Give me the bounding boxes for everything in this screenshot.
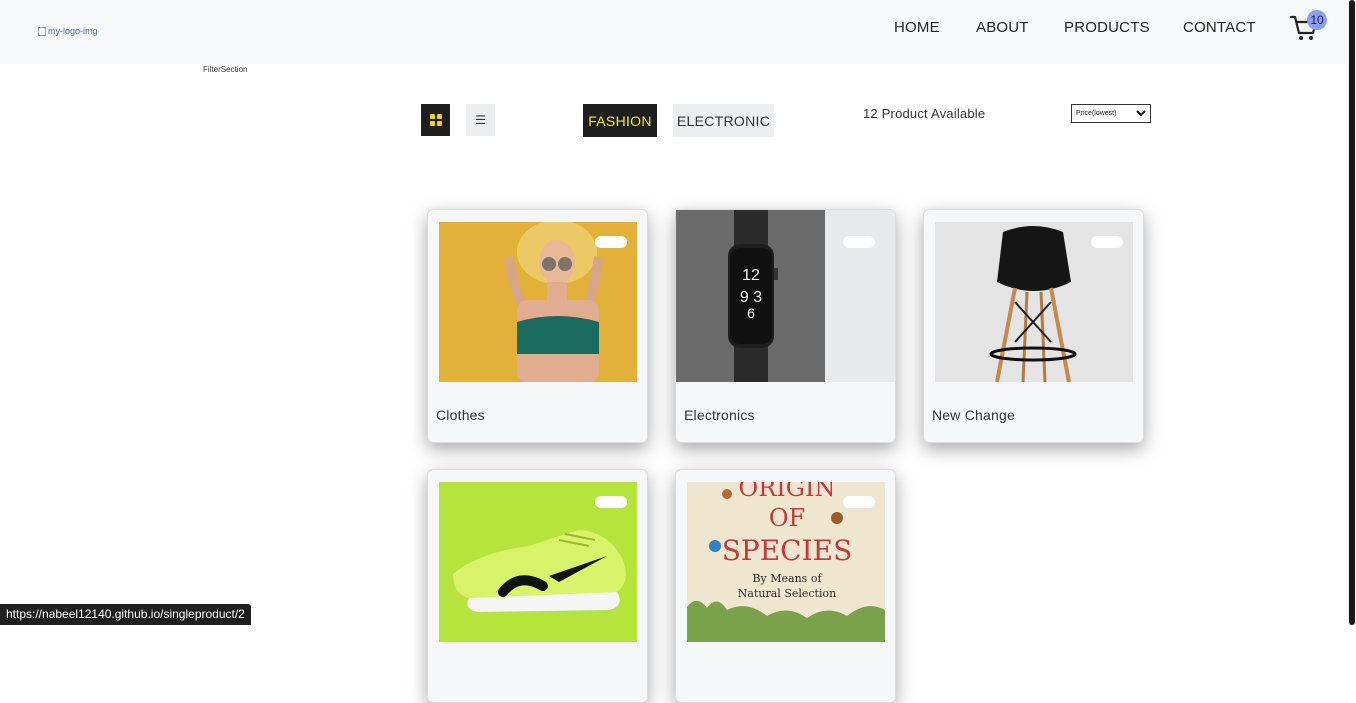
chevron-down-icon [1136,110,1146,117]
scrollbar-thumb[interactable] [1349,0,1355,625]
svg-text:9 3: 9 3 [740,289,762,306]
nav-contact-link[interactable]: CONTACT [1183,19,1256,36]
book-subtitle-line1: By Means of [752,572,822,585]
scrollbar[interactable] [1348,0,1356,625]
product-name: Clothes [436,407,485,423]
product-badge [843,496,875,508]
product-name: New Change [932,407,1015,423]
nav-home-link[interactable]: HOME [894,19,940,36]
filter-section-label: FilterSection [203,65,248,74]
product-badge [843,236,875,248]
book-title-line2: OF [769,504,805,532]
category-fashion-button[interactable]: FASHION [583,104,657,137]
book-title-line3: SPECIES [722,534,853,567]
status-bar-url: https://nabeel12140.github.io/singleprod… [0,604,251,625]
logo-alt-text: my-logo-img [48,26,98,36]
product-card[interactable]: ORIGIN OF SPECIES By Means of Natural Se… [675,469,896,703]
product-image-electronics: 12 9 3 6 [676,210,825,382]
site-logo[interactable]: my-logo-img [38,26,98,36]
product-badge [1091,236,1123,248]
product-badge [595,236,627,248]
product-name: Electronics [684,407,755,423]
sort-select[interactable]: Price(lowest) [1071,104,1151,123]
grid-icon [429,114,442,126]
product-card[interactable]: Clothes [427,209,648,443]
list-view-button[interactable]: ☰ [466,104,495,136]
product-card[interactable]: 12 9 3 6 Electronics [675,209,896,443]
product-card[interactable] [427,469,648,703]
nav-products-link[interactable]: PRODUCTS [1064,19,1150,36]
product-badge [595,496,627,508]
product-count: 12 Product Available [863,106,986,121]
svg-text:12: 12 [742,267,760,284]
list-icon: ☰ [475,113,486,127]
svg-text:6: 6 [747,305,755,321]
nav-about-link[interactable]: ABOUT [976,19,1029,36]
book-subtitle-line2: Natural Selection [738,587,836,600]
book-title-line1: ORIGIN [739,482,836,502]
product-card[interactable]: New Change [923,209,1144,443]
broken-image-icon [38,26,46,36]
grid-view-button[interactable] [421,104,450,136]
sort-selected-value: Price(lowest) [1076,110,1117,117]
cart-count-badge: 10 [1307,10,1327,30]
category-electronic-button[interactable]: ELECTRONIC [673,104,774,137]
site-header: my-logo-img HOME ABOUT PRODUCTS CONTACT … [0,0,1348,64]
